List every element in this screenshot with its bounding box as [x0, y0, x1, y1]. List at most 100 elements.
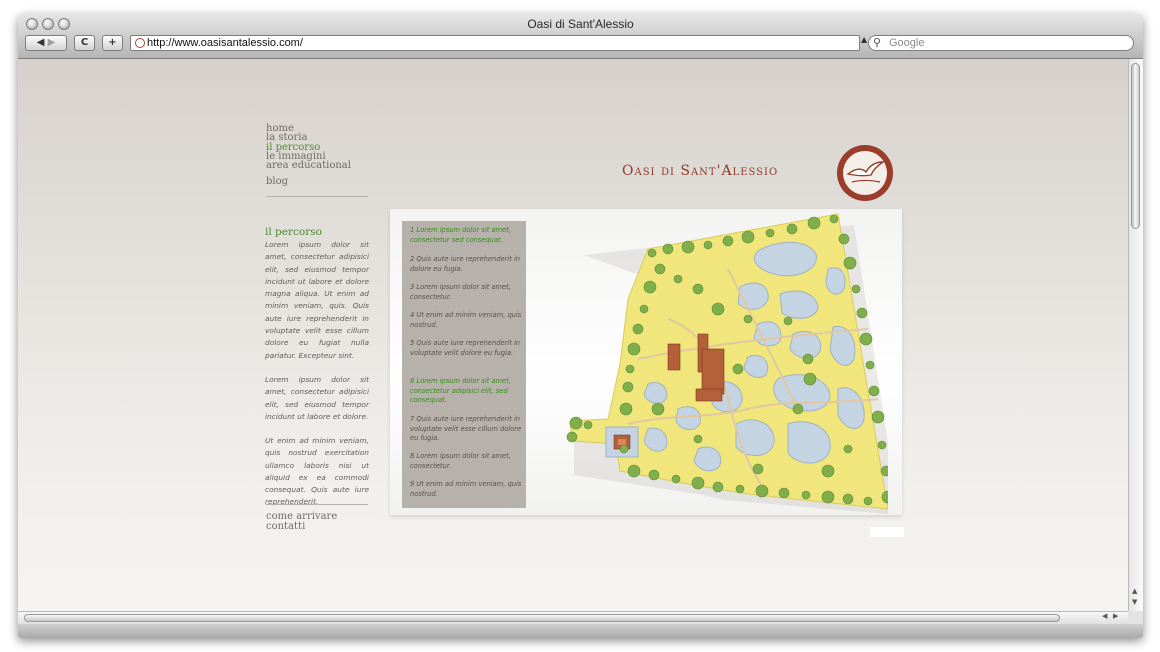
tree-icon [648, 469, 660, 481]
vertical-scrollbar[interactable]: ▲ ▼ [1128, 59, 1143, 611]
scroll-up-arrow-icon[interactable]: ▲ [1132, 587, 1137, 595]
tree-icon [802, 353, 814, 365]
horizontal-scrollbar[interactable]: ◀ ▶ [18, 611, 1128, 624]
back-forward-buttons[interactable]: ◀ ▶ [25, 35, 67, 51]
url-dropdown-icon[interactable]: ▲ [861, 35, 867, 44]
page-content: home la storia il percorso le immagini a… [18, 59, 1128, 611]
tree-icon [627, 464, 641, 478]
route-step-3[interactable]: 3 Lorem ipsum dolor sit amet, consectetu… [410, 283, 522, 302]
tree-icon [807, 216, 821, 230]
step-text: Quis aute iure reprehenderit in dolore e… [410, 255, 521, 273]
route-step-1[interactable]: 1 Lorem ipsum dolor sit amet, consectetu… [410, 226, 522, 245]
tree-icon [765, 228, 775, 238]
tree-icon [877, 440, 887, 450]
tree-icon [786, 223, 798, 235]
tree-icon [692, 283, 704, 295]
body-paragraph-3: Ut enim ad minim veniam, quis nostrud ex… [265, 436, 369, 507]
step-text: Ut enim ad minim veniam, quis nostrud. [410, 311, 522, 329]
tree-icon [647, 248, 657, 258]
route-step-8[interactable]: 8 Lorem ipsum dolor sit amet, consectetu… [410, 452, 522, 471]
tree-icon [583, 420, 593, 430]
site-logo-icon[interactable] [836, 144, 894, 202]
nav-item-blog[interactable]: blog [266, 177, 288, 187]
search-placeholder: Google [889, 37, 925, 49]
tree-icon [755, 484, 769, 498]
scroll-down-arrow-icon[interactable]: ▼ [1132, 598, 1137, 606]
step-number: 6 [410, 377, 415, 385]
tree-icon [821, 490, 835, 504]
tree-icon [625, 364, 635, 374]
tree-icon [856, 307, 868, 319]
step-text: Quis aute iure reprehenderit in voluptat… [410, 339, 521, 357]
browser-window: Oasi di Sant'Alessio ◀ ▶ C + http://www.… [18, 14, 1143, 638]
forward-arrow-icon[interactable]: ▶ [48, 37, 56, 48]
tree-icon [691, 476, 705, 490]
tree-icon [654, 263, 666, 275]
map-shadow [870, 527, 904, 537]
back-arrow-icon[interactable]: ◀ [37, 37, 45, 48]
tree-icon [632, 323, 644, 335]
reload-button[interactable]: C [74, 35, 95, 51]
vertical-scroll-thumb[interactable] [1131, 63, 1140, 229]
tree-icon [863, 496, 873, 506]
tree-icon [619, 444, 629, 454]
nav-divider [266, 196, 368, 197]
route-step-5[interactable]: 5 Quis aute iure reprehenderit in volupt… [410, 339, 522, 358]
tree-icon [783, 316, 793, 326]
tree-icon [829, 214, 839, 224]
tree-icon [851, 284, 861, 294]
step-text: Lorem ipsum dolor sit amet, consectetur … [410, 226, 511, 244]
tree-icon [842, 493, 854, 505]
tree-icon [868, 385, 880, 397]
route-step-6[interactable]: 6 Lorem ipsum dolor sit amet, consectetu… [410, 377, 522, 406]
tree-icon [821, 464, 835, 478]
tree-icon [681, 240, 695, 254]
tree-icon [622, 381, 634, 393]
tree-icon [651, 402, 665, 416]
tree-icon [752, 463, 764, 475]
footer-divider [266, 504, 368, 505]
resize-grip-icon[interactable] [1128, 611, 1143, 624]
tree-icon [619, 402, 633, 416]
tree-icon [711, 302, 725, 316]
tree-icon [712, 481, 724, 493]
add-bookmark-button[interactable]: + [102, 35, 123, 51]
reload-icon: C [80, 37, 89, 48]
route-step-4[interactable]: 4 Ut enim ad minim veniam, quis nostrud. [410, 311, 522, 330]
tree-icon [693, 434, 703, 444]
section-title: il percorso [265, 226, 322, 238]
step-number: 9 [410, 480, 415, 488]
step-number: 5 [410, 339, 415, 347]
step-text: Lorem ipsum dolor sit amet, consectetur. [410, 283, 511, 301]
tree-icon [743, 314, 753, 324]
url-text[interactable]: http://www.oasisantalessio.com/ [147, 36, 303, 51]
tree-icon [843, 444, 853, 454]
tree-icon [741, 230, 755, 244]
nav-item-contatti[interactable]: contatti [266, 522, 305, 532]
tree-icon [671, 474, 681, 484]
search-icon[interactable]: ⚲ [873, 36, 881, 49]
step-number: 1 [410, 226, 415, 234]
park-map-illustration[interactable] [548, 209, 888, 515]
tree-icon [735, 484, 745, 494]
site-favicon-icon [135, 38, 145, 48]
route-step-7[interactable]: 7 Quis aute iure reprehenderit in volupt… [410, 415, 522, 444]
address-bar[interactable]: http://www.oasisantalessio.com/ [130, 35, 860, 51]
step-number: 7 [410, 415, 415, 423]
tree-icon [673, 274, 683, 284]
site-brand-title[interactable]: Oasi di Sant'Alessio [622, 163, 778, 179]
tree-icon [843, 256, 857, 270]
tree-icon [803, 372, 817, 386]
route-step-9[interactable]: 9 Ut enim ad minim veniam, quis nostrud. [410, 480, 522, 499]
nav-item-area-educational[interactable]: area educational [266, 161, 351, 171]
search-field[interactable]: ⚲ Google [868, 35, 1134, 51]
route-step-2[interactable]: 2 Quis aute iure reprehenderit in dolore… [410, 255, 522, 274]
tree-icon [722, 235, 734, 247]
step-text: Lorem ipsum dolor sit amet, consectetur. [410, 452, 511, 470]
horizontal-scroll-thumb[interactable] [24, 614, 1060, 622]
tree-icon [703, 240, 713, 250]
tree-icon [566, 431, 578, 443]
scroll-left-arrow-icon[interactable]: ◀ [1102, 612, 1107, 620]
plus-icon: + [108, 37, 117, 48]
scroll-right-arrow-icon[interactable]: ▶ [1113, 612, 1118, 620]
